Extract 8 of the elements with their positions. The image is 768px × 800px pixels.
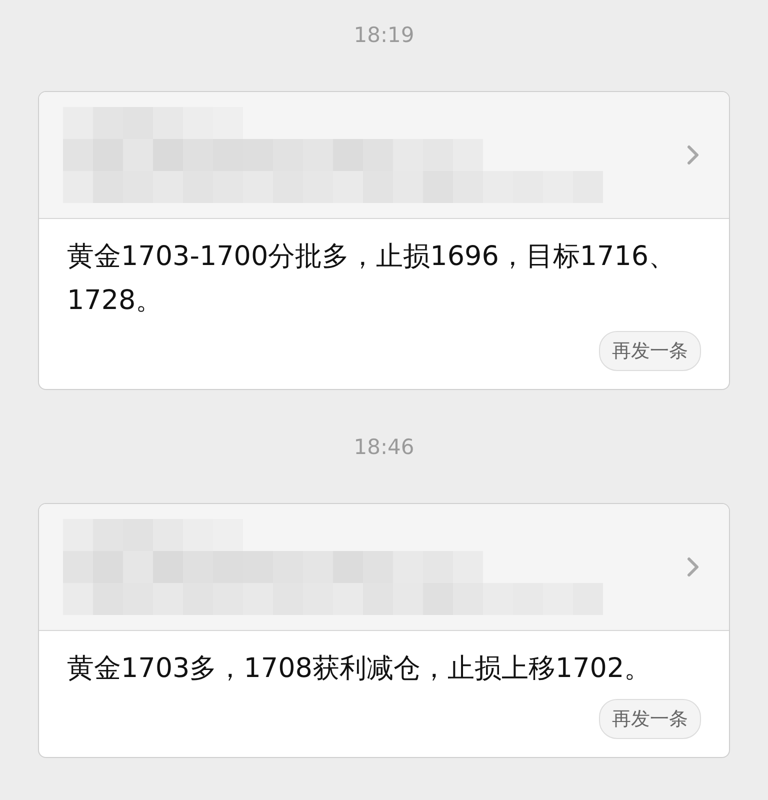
chevron-right-icon[interactable]	[687, 145, 699, 165]
message-text: 黄金1703多，1708获利减仓，止损上移1702。	[67, 652, 652, 686]
message-text: 黄金1703-1700分批多，止损1696，目标1716、1728。	[67, 240, 677, 318]
timestamp: 18:19	[354, 22, 414, 49]
resend-button[interactable]: 再发一条	[599, 699, 701, 739]
timestamp: 18:46	[354, 434, 414, 461]
resend-button[interactable]: 再发一条	[599, 331, 701, 371]
chevron-right-icon[interactable]	[687, 557, 699, 577]
